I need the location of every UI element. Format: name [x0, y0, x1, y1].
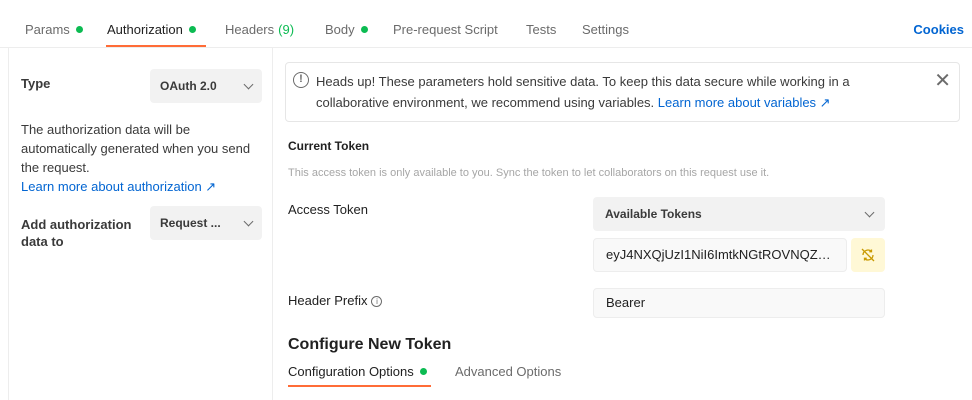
status-dot	[75, 26, 83, 33]
chevron-down-icon	[243, 79, 254, 89]
description-text: The authorization data will be automatic…	[21, 122, 251, 175]
current-token-subtitle: This access token is only available to y…	[288, 167, 770, 179]
tab-label: Authorization	[107, 22, 183, 37]
status-dot	[419, 368, 427, 375]
tab-configuration-options[interactable]: Configuration Options	[288, 364, 427, 379]
type-label: Type	[21, 76, 51, 91]
tab-label: Headers	[225, 22, 275, 37]
add-auth-select[interactable]: Request ...	[150, 206, 262, 240]
auth-type-value: OAuth 2.0	[160, 79, 217, 93]
chevron-down-icon	[243, 216, 254, 226]
auth-type-select[interactable]: OAuth 2.0	[150, 69, 262, 103]
auth-type-panel: Type OAuth 2.0 The authorization data wi…	[8, 48, 273, 400]
header-prefix-label: Header Prefix i	[288, 293, 383, 308]
chevron-down-icon	[864, 207, 875, 217]
tab-count: (9)	[278, 22, 295, 37]
available-tokens-label: Available Tokens	[605, 207, 702, 221]
sensitive-data-banner: ! Heads up! These parameters hold sensit…	[285, 62, 960, 122]
access-token-label: Access Token	[288, 202, 368, 217]
status-dot	[360, 26, 368, 33]
tab-pre-request-script[interactable]: Pre-request Script	[393, 22, 498, 37]
tab-label: Params	[25, 22, 70, 37]
close-icon[interactable]: ✕	[934, 71, 951, 91]
request-tabs: Params Authorization Headers (9) Body Pre…	[0, 0, 972, 48]
banner-message: Heads up! These parameters hold sensitiv…	[316, 71, 896, 113]
subtab-label: Configuration Options	[288, 364, 414, 379]
tab-tests[interactable]: Tests	[526, 22, 556, 37]
tab-label: Tests	[526, 22, 557, 37]
header-prefix-input[interactable]: Bearer	[593, 288, 885, 318]
available-tokens-select[interactable]: Available Tokens	[593, 197, 885, 231]
tab-advanced-options[interactable]: Advanced Options	[455, 364, 561, 379]
active-subtab-indicator	[288, 385, 431, 387]
status-dot	[188, 26, 196, 33]
tab-body[interactable]: Body	[325, 22, 368, 37]
tab-authorization[interactable]: Authorization	[107, 22, 196, 37]
learn-more-authorization-link[interactable]: Learn more about authorization ↗	[21, 179, 216, 194]
learn-more-variables-link[interactable]: Learn more about variables ↗	[658, 95, 831, 110]
auth-description: The authorization data will be automatic…	[21, 120, 269, 196]
tab-label: Body	[325, 22, 355, 37]
cookies-link[interactable]: Cookies	[913, 22, 964, 37]
configure-token-title: Configure New Token	[288, 336, 452, 353]
active-tab-indicator	[106, 45, 206, 47]
tab-settings[interactable]: Settings	[582, 22, 629, 37]
sync-token-button[interactable]	[851, 238, 885, 272]
tab-label: Pre-request Script	[393, 22, 498, 37]
tab-params[interactable]: Params	[25, 22, 83, 37]
current-token-title: Current Token	[288, 139, 370, 153]
sync-off-icon	[861, 248, 875, 262]
subtab-label: Advanced Options	[455, 364, 562, 379]
access-token-input[interactable]: eyJ4NXQjUzI1NiI6ImtkNGtROVNQZ1cyN...	[593, 238, 847, 272]
help-circle-icon[interactable]: i	[371, 296, 383, 307]
info-circle-icon: !	[293, 72, 309, 88]
header-prefix-text: Header Prefix	[288, 293, 368, 308]
add-auth-label: Add authorization data to	[21, 217, 132, 249]
add-auth-value: Request ...	[160, 216, 221, 230]
tab-label: Settings	[582, 22, 629, 37]
tab-headers[interactable]: Headers (9)	[225, 22, 294, 37]
